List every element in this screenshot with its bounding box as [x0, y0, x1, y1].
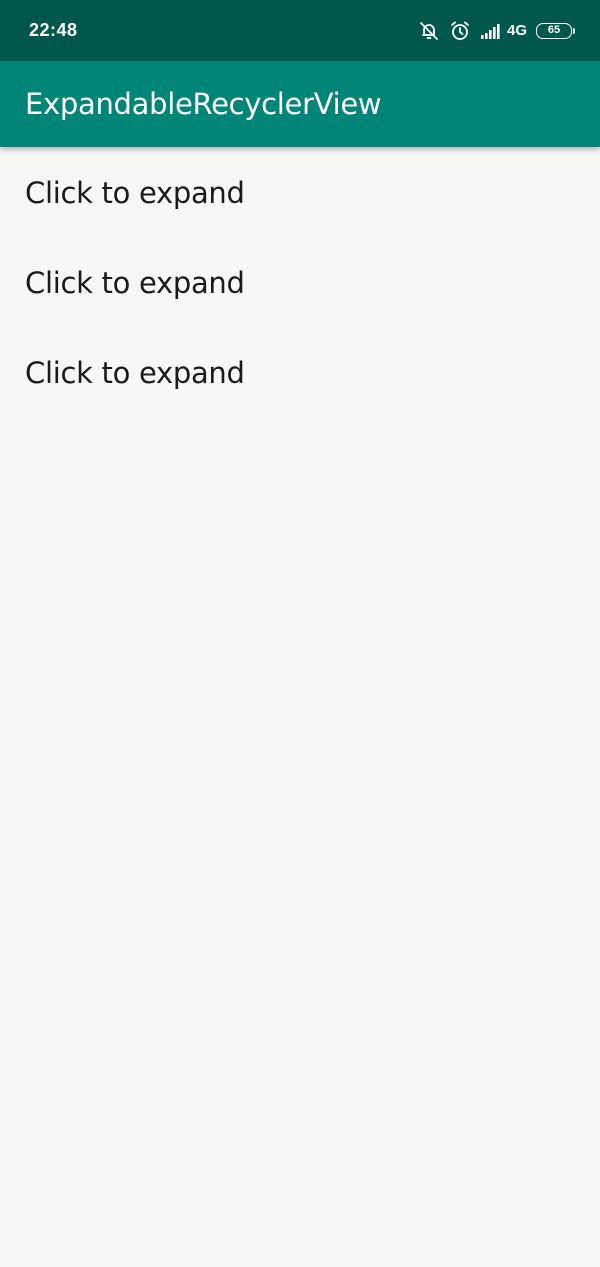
status-icons: 4G 65 — [418, 20, 575, 42]
app-bar: ExpandableRecyclerView — [0, 61, 600, 147]
status-time: 22:48 — [29, 20, 78, 40]
list-item-expand-2[interactable]: Click to expand — [0, 238, 600, 328]
battery-icon: 65 — [536, 22, 575, 39]
alarm-icon — [449, 20, 471, 42]
list-item-expand-1[interactable]: Click to expand — [0, 148, 600, 238]
expandable-list: Click to expand Click to expand Click to… — [0, 147, 600, 418]
notifications-off-icon — [418, 20, 440, 42]
signal-icon — [480, 22, 502, 40]
battery-level: 65 — [547, 24, 561, 36]
network-type-label: 4G — [506, 22, 527, 39]
list-item-label: Click to expand — [25, 266, 245, 300]
list-item-label: Click to expand — [25, 356, 245, 390]
page-title: ExpandableRecyclerView — [25, 87, 382, 121]
list-item-expand-3[interactable]: Click to expand — [0, 328, 600, 418]
list-item-label: Click to expand — [25, 176, 245, 210]
status-bar: 22:48 4G 65 — [0, 0, 600, 61]
